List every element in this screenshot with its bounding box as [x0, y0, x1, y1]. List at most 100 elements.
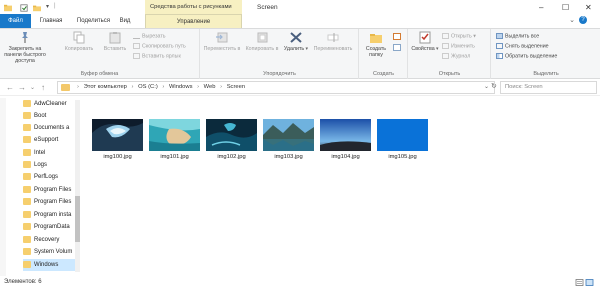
invert-selection-button[interactable]: Обратить выделение: [496, 53, 557, 59]
tree-item[interactable]: Recovery: [23, 234, 77, 246]
new-folder-quick-icon[interactable]: [33, 4, 41, 12]
history-button[interactable]: Журнал: [442, 53, 470, 59]
history-icon: [442, 53, 449, 59]
file-thumbnail[interactable]: [92, 119, 143, 151]
tree-item[interactable]: System Volum: [23, 246, 77, 258]
delete-button[interactable]: Удалить ▾: [283, 31, 309, 52]
tree-item-windows[interactable]: Windows: [23, 259, 77, 271]
file-name[interactable]: img103.jpg: [260, 154, 317, 160]
select-none-icon: [496, 43, 503, 49]
clipboard-group: Закрепить на панели быстрого доступа Коп…: [0, 29, 200, 79]
delete-dropdown-icon[interactable]: ▾: [304, 46, 309, 52]
copy-to-label: Копировать в: [245, 46, 279, 52]
breadcrumb-web[interactable]: Web: [204, 84, 216, 90]
pin-quick-access-button[interactable]: Закрепить на панели быстрого доступа: [2, 31, 48, 64]
new-folder-button[interactable]: Создать папку: [363, 31, 389, 58]
file-thumbnail[interactable]: [377, 119, 428, 151]
properties-dropdown-icon[interactable]: ▾: [435, 46, 439, 52]
file-name[interactable]: img101.jpg: [146, 154, 203, 160]
edit-button[interactable]: Изменить: [442, 43, 475, 49]
invert-selection-label: Обратить выделение: [505, 53, 558, 60]
address-dropdown-icon[interactable]: ⌄: [484, 83, 489, 90]
file-name[interactable]: img105.jpg: [374, 154, 431, 160]
open-button[interactable]: Открыть ▾: [442, 33, 476, 39]
cut-button[interactable]: Вырезать: [133, 33, 166, 39]
close-button[interactable]: ✕: [585, 3, 592, 12]
item-count: Элементов: 6: [4, 279, 42, 285]
new-item-icon[interactable]: [393, 33, 401, 40]
context-label: Средства работы с рисунками: [150, 4, 232, 10]
properties-quick-icon[interactable]: [20, 4, 28, 12]
invert-selection-icon: [496, 53, 503, 59]
tree-item[interactable]: ProgramData: [23, 221, 77, 233]
tree-item[interactable]: Intel: [23, 147, 77, 159]
tab-home[interactable]: Главная: [32, 14, 70, 28]
tree-item[interactable]: PerfLogs: [23, 171, 77, 183]
minimize-button[interactable]: –: [539, 3, 543, 12]
breadcrumb-separator: ›: [197, 84, 200, 90]
refresh-icon[interactable]: ↻: [491, 82, 497, 90]
file-thumbnail[interactable]: [206, 119, 257, 151]
file-name[interactable]: img100.jpg: [89, 154, 146, 160]
copy-button[interactable]: Копировать: [62, 31, 96, 52]
file-thumbnail[interactable]: [263, 119, 314, 151]
copy-path-button[interactable]: Скопировать путь: [133, 43, 186, 49]
paste-button[interactable]: Вставить: [100, 31, 130, 52]
up-arrow-icon[interactable]: ↑: [41, 83, 45, 92]
forward-arrow-icon[interactable]: →: [18, 83, 26, 92]
move-to-button[interactable]: Переместить в: [203, 31, 241, 52]
breadcrumb-separator: ›: [220, 84, 223, 90]
status-bar: Элементов: 6: [0, 276, 600, 289]
select-all-button[interactable]: Выделить все: [496, 33, 539, 39]
maximize-button[interactable]: ☐: [562, 3, 569, 12]
tree-item[interactable]: AdwCleaner: [23, 98, 77, 110]
tree-item[interactable]: Program Files: [23, 196, 77, 208]
view-toggle-icons[interactable]: [575, 279, 595, 286]
search-input[interactable]: Поиск: Screen: [500, 81, 597, 94]
back-arrow-icon[interactable]: ←: [6, 83, 14, 92]
tree-item[interactable]: Documents a: [23, 122, 77, 134]
breadcrumb-os-c[interactable]: OS (C:): [138, 84, 158, 90]
breadcrumb-this-pc[interactable]: Этот компьютер: [84, 84, 127, 90]
ribbon: Закрепить на панели быстрого доступа Коп…: [0, 28, 600, 79]
properties-check-icon: [419, 31, 431, 44]
tree-item-label: Recovery: [34, 237, 60, 243]
breadcrumb-screen[interactable]: Screen: [227, 84, 245, 90]
tree-item-label: eSupport: [34, 137, 59, 143]
tab-view[interactable]: Вид: [115, 14, 135, 28]
select-none-label: Снять выделение: [505, 43, 549, 50]
select-none-button[interactable]: Снять выделение: [496, 43, 549, 49]
new-folder-icon: [370, 34, 382, 43]
breadcrumb-windows[interactable]: Windows: [169, 84, 193, 90]
file-thumbnail[interactable]: [149, 119, 200, 151]
paste-shortcut-button[interactable]: Вставить ярлык: [133, 53, 181, 59]
tree-item[interactable]: Boot: [23, 110, 77, 122]
file-name[interactable]: img102.jpg: [203, 154, 260, 160]
properties-button[interactable]: Свойства ▾: [411, 31, 439, 52]
file-thumbnail[interactable]: [320, 119, 371, 151]
tab-file[interactable]: Файл: [0, 14, 31, 28]
move-to-icon: [216, 32, 228, 43]
tree-scrollbar-thumb[interactable]: [75, 196, 80, 242]
file-list: img100.jpg img101.jpg img102.jpg img103.…: [82, 96, 600, 276]
delete-label: Удалить: [283, 46, 305, 52]
breadcrumb[interactable]: › Этот компьютер › OS (C:) › Windows › W…: [57, 81, 495, 94]
recent-dropdown-icon[interactable]: ⌄: [30, 84, 35, 91]
tab-manage[interactable]: Управление: [145, 14, 242, 28]
tree-scrollbar[interactable]: [75, 100, 80, 272]
tree-item[interactable]: eSupport: [23, 134, 77, 146]
tree-item[interactable]: Program Files: [23, 184, 77, 196]
file-name[interactable]: img104.jpg: [317, 154, 374, 160]
rename-button[interactable]: Переименовать: [309, 31, 357, 52]
tree-item-label: ProgramData: [34, 224, 70, 230]
copy-to-button[interactable]: Копировать в: [243, 31, 281, 52]
select-group-label: Выделить: [533, 71, 559, 77]
folder-icon: [23, 260, 31, 268]
tree-item[interactable]: Program insta: [23, 209, 77, 221]
quick-access-dropdown-icon[interactable]: ▾: [46, 3, 49, 10]
chevron-down-icon[interactable]: ⌄: [569, 16, 575, 24]
easy-access-icon[interactable]: [393, 44, 401, 51]
tree-item[interactable]: Logs: [23, 159, 77, 171]
help-icon[interactable]: ?: [579, 16, 587, 24]
tab-share[interactable]: Поделиться: [71, 14, 116, 28]
